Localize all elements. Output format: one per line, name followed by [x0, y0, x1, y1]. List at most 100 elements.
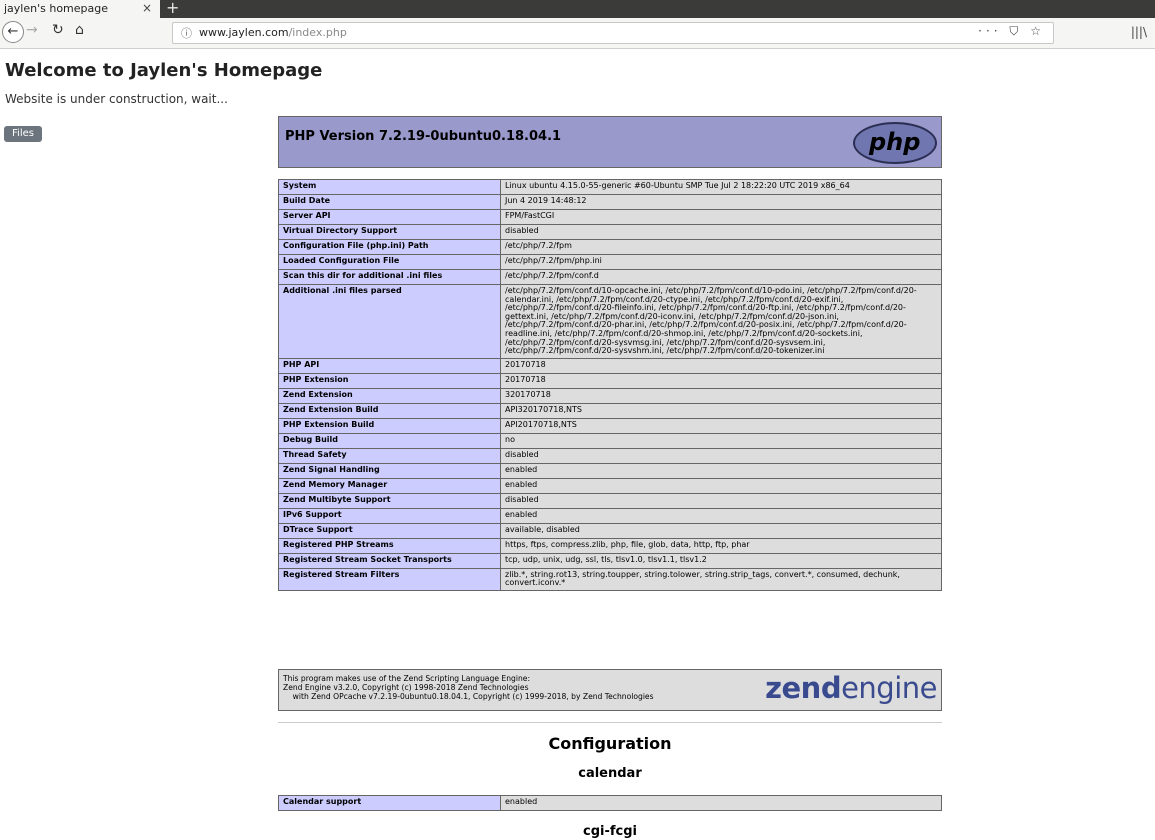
row-key: Scan this dir for additional .ini files — [278, 269, 501, 285]
zend-engine-logo: zendengine — [765, 671, 937, 705]
row-key: PHP API — [278, 357, 501, 374]
engine-logo-word: engine — [841, 671, 937, 705]
row-value: /etc/php/7.2/fpm — [500, 239, 942, 255]
row-value: disabled — [500, 447, 942, 464]
table-row: Zend Signal Handling enabled — [278, 462, 942, 479]
table-row: System Linux ubuntu 4.15.0-55-generic #60… — [278, 179, 942, 195]
row-key: Thread Safety — [278, 447, 501, 464]
table-row: Zend Multibyte Support disabled — [278, 492, 942, 509]
tab-bar: jaylen's homepage × + — [0, 0, 1155, 18]
row-value: disabled — [500, 224, 942, 240]
table-row: Registered Stream Socket Transports tcp, … — [278, 552, 942, 569]
row-value: API320170718,NTS — [500, 402, 942, 419]
table-row: Build Date Jun 4 2019 14:48:12 — [278, 194, 942, 210]
table-row: Thread Safety disabled — [278, 447, 942, 464]
row-key: PHP Extension — [278, 372, 501, 389]
row-key: Virtual Directory Support — [278, 224, 501, 240]
row-value: FPM/FastCGI — [500, 209, 942, 225]
row-value: zlib.*, string.rot13, string.toupper, st… — [500, 567, 942, 591]
php-version-header: PHP Version 7.2.19-0ubuntu0.18.04.1 php — [278, 116, 942, 168]
table-row: Calendar support enabled — [278, 795, 942, 811]
table-row: Debug Build no — [278, 432, 942, 449]
row-key: Zend Signal Handling — [278, 462, 501, 479]
row-key: IPv6 Support — [278, 507, 501, 524]
info-icon[interactable]: ⓘ — [181, 25, 192, 41]
row-key: Zend Extension Build — [278, 402, 501, 419]
page-actions-icons[interactable]: ··· ⛉ ☆ — [978, 24, 1045, 39]
table-row: DTrace Support available, disabled — [278, 522, 942, 539]
row-key: Additional .ini files parsed — [278, 284, 501, 359]
back-arrow-icon[interactable]: ← — [2, 21, 24, 43]
row-value: Linux ubuntu 4.15.0-55-generic #60-Ubunt… — [500, 179, 942, 195]
row-value: no — [500, 432, 942, 449]
table-row: PHP Extension 20170718 — [278, 372, 942, 389]
zend-engine-text: This program makes use of the Zend Scrip… — [283, 674, 654, 701]
table-row: IPv6 Support enabled — [278, 507, 942, 524]
table-row: Zend Memory Manager enabled — [278, 477, 942, 494]
forward-arrow-icon[interactable]: → — [26, 22, 38, 38]
reload-icon[interactable]: ↻ — [52, 22, 64, 38]
navigation-bar: ← → ↻ ⌂ ⓘ www.jaylen.com/index.php ··· ⛉… — [0, 18, 1155, 49]
row-value: /etc/php/7.2/fpm/conf.d — [500, 269, 942, 285]
table-row: Zend Extension 320170718 — [278, 387, 942, 404]
php-version: PHP Version 7.2.19-0ubuntu0.18.04.1 — [285, 129, 562, 144]
row-value: Jun 4 2019 14:48:12 — [500, 194, 942, 210]
row-key: Debug Build — [278, 432, 501, 449]
calendar-heading: calendar — [578, 766, 642, 781]
table-row: Zend Extension Build API320170718,NTS — [278, 402, 942, 419]
row-value: 20170718 — [500, 357, 942, 374]
row-value: enabled — [500, 477, 942, 494]
row-key: Calendar support — [278, 795, 501, 811]
divider — [278, 722, 942, 723]
row-value: enabled — [500, 462, 942, 479]
address-bar[interactable]: ⓘ www.jaylen.com/index.php ··· ⛉ ☆ — [172, 22, 1054, 44]
zend-logo-word: zend — [765, 671, 842, 705]
table-row: Loaded Configuration File/etc/php/7.2/fp… — [278, 254, 942, 270]
row-value: 320170718 — [500, 387, 942, 404]
table-row: PHP Extension Build API20170718,NTS — [278, 417, 942, 434]
row-key: Zend Multibyte Support — [278, 492, 501, 509]
row-key: Build Date — [278, 194, 501, 210]
library-icon[interactable]: |||\ — [1131, 25, 1147, 39]
browser-tab[interactable]: jaylen's homepage × — [0, 0, 160, 18]
cgi-fcgi-heading: cgi-fcgi — [583, 824, 637, 839]
home-icon[interactable]: ⌂ — [75, 22, 84, 38]
row-value: available, disabled — [500, 522, 942, 539]
row-value: https, ftps, compress.zlib, php, file, g… — [500, 537, 942, 554]
table-row: Scan this dir for additional .ini files /… — [278, 269, 942, 285]
php-logo: php — [853, 122, 937, 164]
table-row: PHP API 20170718 — [278, 357, 942, 374]
files-button[interactable]: Files — [4, 126, 42, 142]
table-row: Configuration File (php.ini) Path/etc/ph… — [278, 239, 942, 255]
page-title: Welcome to Jaylen's Homepage — [5, 60, 323, 81]
calendar-table: Calendar support enabled — [278, 795, 942, 811]
row-value: tcp, udp, unix, udg, ssl, tls, tlsv1.0, … — [500, 552, 942, 569]
table-row: Registered PHP Streams https, ftps, compr… — [278, 537, 942, 554]
configuration-heading: Configuration — [548, 734, 672, 753]
php-info-table: System Linux ubuntu 4.15.0-55-generic #60… — [278, 179, 942, 591]
table-row: Registered Stream Filters zlib.*, string.… — [278, 567, 942, 591]
row-value: 20170718 — [500, 372, 942, 389]
row-value: API20170718,NTS — [500, 417, 942, 434]
row-value: enabled — [500, 507, 942, 524]
row-key: Registered PHP Streams — [278, 537, 501, 554]
row-key: Registered Stream Filters — [278, 567, 501, 591]
close-tab-icon[interactable]: × — [142, 1, 152, 15]
row-key: PHP Extension Build — [278, 417, 501, 434]
table-row: Server API FPM/FastCGI — [278, 209, 942, 225]
row-key: Registered Stream Socket Transports — [278, 552, 501, 569]
row-key: Zend Memory Manager — [278, 477, 501, 494]
row-key: DTrace Support — [278, 522, 501, 539]
php-logo-text: php — [869, 128, 921, 156]
row-value: enabled — [500, 795, 942, 811]
url-path: /index.php — [288, 26, 347, 39]
zend-engine-box: This program makes use of the Zend Scrip… — [278, 669, 942, 711]
page-subtitle: Website is under construction, wait... — [5, 92, 228, 106]
new-tab-icon[interactable]: + — [166, 0, 179, 17]
url-host: www.jaylen.com — [199, 26, 289, 39]
url-text[interactable]: www.jaylen.com/index.php — [199, 26, 347, 39]
row-key: Server API — [278, 209, 501, 225]
row-key: Loaded Configuration File — [278, 254, 501, 270]
row-key: System — [278, 179, 501, 195]
table-row: Virtual Directory Support disabled — [278, 224, 942, 240]
